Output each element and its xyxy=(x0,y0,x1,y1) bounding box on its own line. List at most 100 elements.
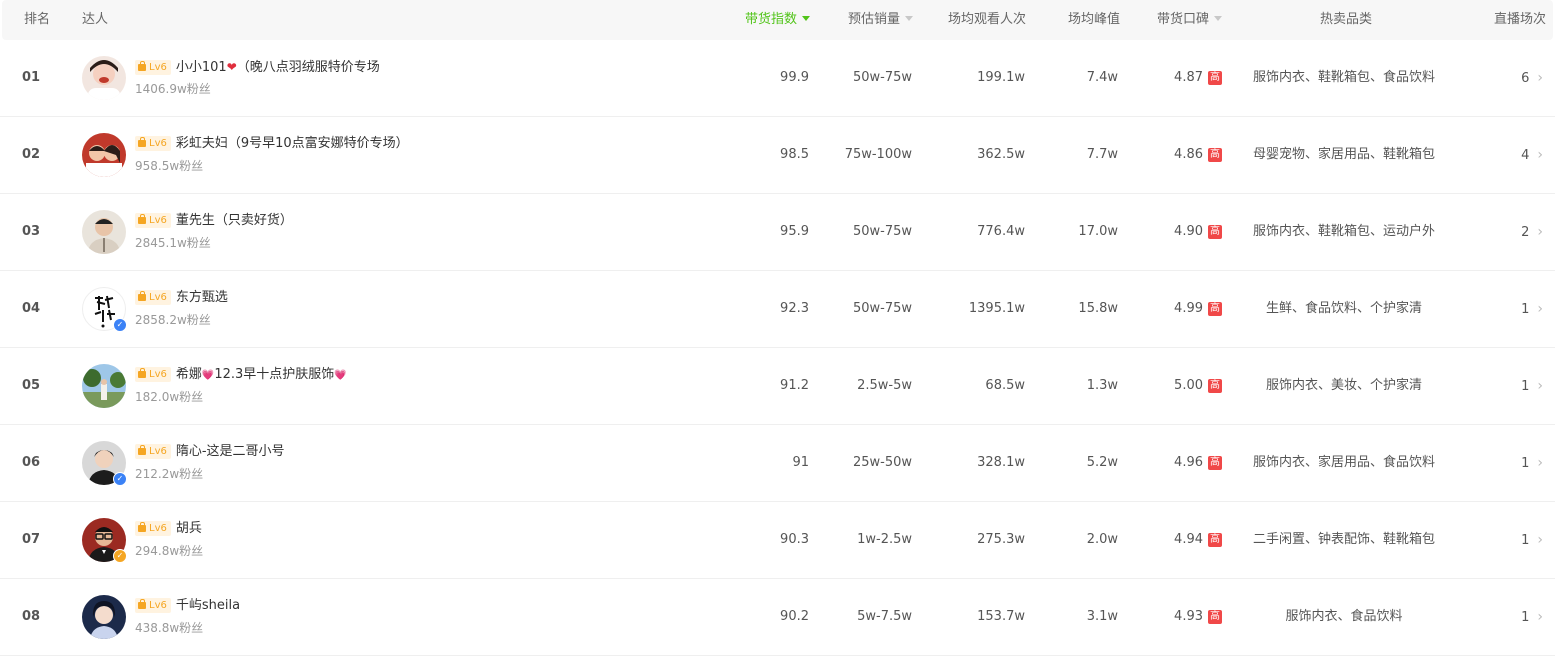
avg-viewers-value: 199.1w xyxy=(977,70,1025,85)
table-row[interactable]: 06 ✓ Lv6 隋心-这是二哥小号 212.2w粉丝 91 25w-50w 32… xyxy=(0,425,1555,502)
live-sessions-link[interactable]: 1 › xyxy=(1521,502,1543,579)
shopping-bag-icon xyxy=(138,61,146,71)
talent-name: 希娜 xyxy=(175,367,202,382)
talent-name: 千屿sheila xyxy=(175,598,241,613)
live-sessions-link[interactable]: 1 › xyxy=(1521,348,1543,425)
live-sessions-link[interactable]: 6 › xyxy=(1521,40,1543,117)
talent-name-line[interactable]: Lv6 东方甄选 xyxy=(135,288,228,308)
header-sales-index-sort[interactable]: 带货指数 xyxy=(745,0,811,40)
table-row[interactable]: 07 ✓ Lv6 胡兵 294.8w粉丝 90.3 1w-2.5w 275.3w … xyxy=(0,502,1555,579)
rank-number: 05 xyxy=(22,378,41,393)
level-badge: Lv6 xyxy=(135,290,171,305)
avatar[interactable]: ✓ xyxy=(82,518,127,563)
est-sales-value: 75w-100w xyxy=(844,147,912,162)
avatar[interactable] xyxy=(82,595,126,639)
table-row[interactable]: 01 Lv6 小小101❤（晚八点羽绒服特价专场 1406.9w粉丝 99.9 5… xyxy=(0,40,1555,117)
level-badge: Lv6 xyxy=(135,213,171,228)
high-badge: 高 xyxy=(1208,71,1222,85)
talent-name-line[interactable]: Lv6 彩虹夫妇（9号早10点富安娜特价专场） xyxy=(135,134,409,154)
avatar[interactable]: ✓ xyxy=(82,287,127,332)
est-sales-value: 50w-75w xyxy=(852,301,912,316)
high-badge: 高 xyxy=(1208,456,1222,470)
avg-peak-value: 17.0w xyxy=(1078,224,1118,239)
rank-number: 08 xyxy=(22,609,41,624)
est-sales-value: 2.5w-5w xyxy=(857,378,912,393)
avg-peak-value: 3.1w xyxy=(1086,609,1118,624)
header-avg-peak: 场均峰值 xyxy=(1068,12,1121,27)
table-row[interactable]: 04 ✓ Lv6 东方甄选 2858.2w粉丝 92.3 50w-75w 1395… xyxy=(0,271,1555,348)
live-sessions-link[interactable]: 4 › xyxy=(1521,117,1543,194)
avg-viewers-value: 328.1w xyxy=(977,455,1025,470)
chevron-right-icon: › xyxy=(1537,378,1543,394)
header-live-sessions: 直播场次 xyxy=(1494,12,1547,27)
hot-categories-value: 服饰内衣、鞋靴箱包、运动户外 xyxy=(1252,224,1435,239)
talent-name-suffix: （晚八点羽绒服特价专场 xyxy=(236,60,380,75)
high-badge: 高 xyxy=(1208,148,1222,162)
level-badge: Lv6 xyxy=(135,444,171,459)
sales-index-value: 95.9 xyxy=(780,224,809,239)
live-sessions-link[interactable]: 1 › xyxy=(1521,425,1543,502)
talent-name-suffix: 12.3早十点护肤服饰 xyxy=(214,367,335,382)
heart-emoji: ❤ xyxy=(226,60,237,74)
reputation-score: 4.96 高 xyxy=(1174,455,1222,470)
avg-peak-value: 2.0w xyxy=(1086,532,1118,547)
talent-name: 胡兵 xyxy=(175,521,202,536)
talent-name: 董先生（只卖好货） xyxy=(175,213,293,228)
reputation-score: 4.94 高 xyxy=(1174,532,1222,547)
talent-name-line[interactable]: Lv6 希娜💗12.3早十点护肤服饰💗 xyxy=(135,365,347,385)
chevron-right-icon: › xyxy=(1537,532,1543,548)
reputation-score: 4.93 高 xyxy=(1174,609,1222,624)
hot-categories-value: 服饰内衣、鞋靴箱包、食品饮料 xyxy=(1252,70,1435,85)
talent-name-line[interactable]: Lv6 千屿sheila xyxy=(135,596,240,616)
fan-count: 212.2w粉丝 xyxy=(135,467,204,481)
sort-caret-icon xyxy=(802,16,811,21)
rank-number: 01 xyxy=(22,70,41,85)
sort-caret-icon xyxy=(1214,16,1223,21)
shopping-bag-icon xyxy=(138,214,146,224)
hot-categories-value: 服饰内衣、美妆、个护家清 xyxy=(1265,378,1422,393)
high-badge: 高 xyxy=(1208,225,1222,239)
avatar[interactable] xyxy=(82,133,126,177)
talent-name-line[interactable]: Lv6 隋心-这是二哥小号 xyxy=(135,442,285,462)
talent-name-line[interactable]: Lv6 胡兵 xyxy=(135,519,202,539)
fan-count: 2858.2w粉丝 xyxy=(135,313,211,327)
talent-name-line[interactable]: Lv6 小小101❤（晚八点羽绒服特价专场 xyxy=(135,57,380,77)
avatar[interactable] xyxy=(82,210,126,254)
header-reputation-sort[interactable]: 带货口碑 xyxy=(1157,0,1223,40)
level-badge: Lv6 xyxy=(135,367,171,382)
avatar-couple-icon xyxy=(86,145,122,177)
table-row[interactable]: 08 Lv6 千屿sheila 438.8w粉丝 90.2 5w-7.5w 153… xyxy=(0,579,1555,656)
talent-name-line[interactable]: Lv6 董先生（只卖好货） xyxy=(135,211,293,231)
fan-count: 182.0w粉丝 xyxy=(135,390,204,404)
table-row[interactable]: 05 Lv6 希娜💗12.3早十点护肤服饰💗 182.0w粉丝 91.2 2.5w… xyxy=(0,348,1555,425)
fan-count: 958.5w粉丝 xyxy=(135,159,204,173)
avatar[interactable]: ✓ xyxy=(82,441,127,486)
avg-viewers-value: 362.5w xyxy=(977,147,1025,162)
table-row[interactable]: 03 Lv6 董先生（只卖好货） 2845.1w粉丝 95.9 50w-75w 7… xyxy=(0,194,1555,271)
rank-number: 04 xyxy=(22,301,41,316)
header-talent: 达人 xyxy=(82,12,109,27)
est-sales-value: 25w-50w xyxy=(852,455,912,470)
avg-peak-value: 1.3w xyxy=(1086,378,1118,393)
table-row[interactable]: 02 Lv6 彩虹夫妇（9号早10点富安娜特价专场） 958.5w粉丝 98.5 … xyxy=(0,117,1555,194)
avatar-outdoor-photo-icon xyxy=(82,369,126,408)
sales-index-value: 90.3 xyxy=(780,532,809,547)
avg-peak-value: 15.8w xyxy=(1078,301,1118,316)
talent-ranking-table: 排名 达人 带货指数 预估销量 场均观看人次 场均峰值 带货口碑 热卖品类 直播… xyxy=(0,0,1555,656)
reputation-score: 4.99 高 xyxy=(1174,301,1222,316)
table-header: 排名 达人 带货指数 预估销量 场均观看人次 场均峰值 带货口碑 热卖品类 直播… xyxy=(2,0,1553,40)
live-sessions-link[interactable]: 1 › xyxy=(1521,271,1543,348)
level-badge: Lv6 xyxy=(135,521,171,536)
avatar[interactable] xyxy=(82,364,126,408)
live-sessions-link[interactable]: 1 › xyxy=(1521,579,1543,656)
shopping-bag-icon xyxy=(138,522,146,532)
fan-count: 2845.1w粉丝 xyxy=(135,236,211,250)
header-avg-viewers: 场均观看人次 xyxy=(948,12,1027,27)
sales-index-value: 91.2 xyxy=(780,378,809,393)
header-est-sales-sort[interactable]: 预估销量 xyxy=(848,0,914,40)
hot-categories-value: 服饰内衣、食品饮料 xyxy=(1285,609,1403,624)
sort-caret-icon xyxy=(905,16,914,21)
level-badge: Lv6 xyxy=(135,136,171,151)
avatar[interactable] xyxy=(82,56,126,100)
live-sessions-link[interactable]: 2 › xyxy=(1521,194,1543,271)
